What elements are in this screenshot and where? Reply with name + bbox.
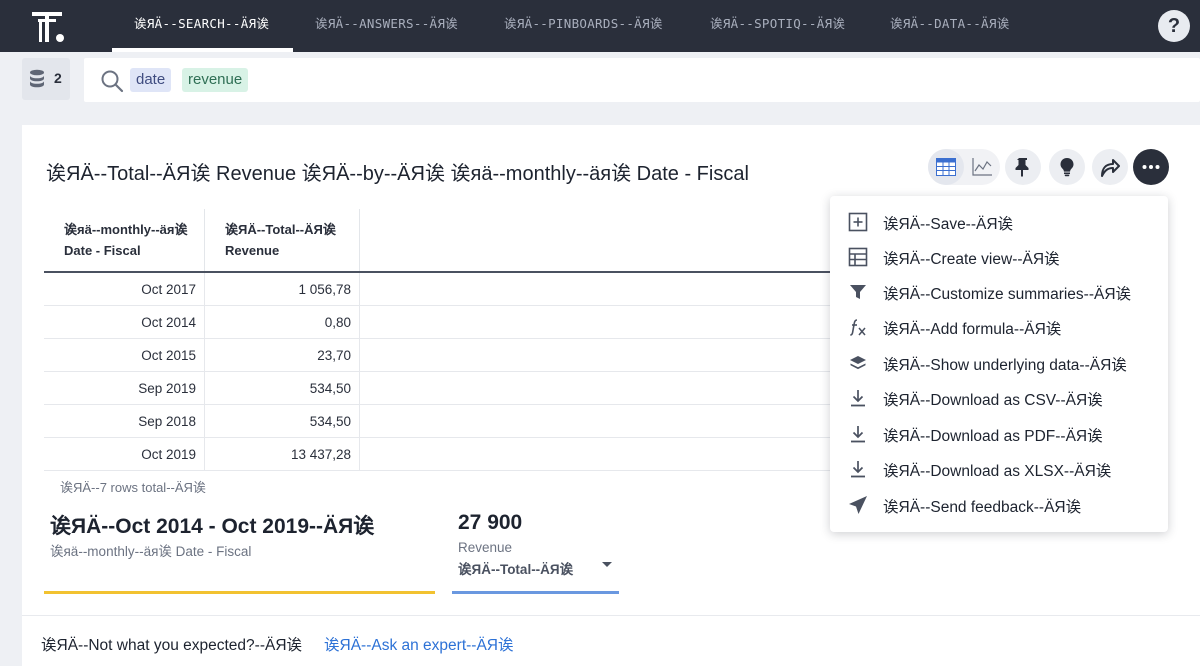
search-icon: [101, 70, 124, 93]
answer-title: 诶ЯÄ--Total--ÄЯ诶 Revenue 诶ЯÄ--by--ÄЯ诶 诶яä…: [46, 163, 749, 185]
menu-item-add-formula[interactable]: 诶ЯÄ--Add formula--ÄЯ诶: [830, 309, 1168, 344]
feedback-question: 诶ЯÄ--Not what you expected?--ÄЯ诶: [41, 637, 303, 654]
menu-item-send-feedback[interactable]: 诶ЯÄ--Send feedback--ÄЯ诶: [830, 487, 1168, 522]
table-row[interactable]: Oct 2019 13 437,28: [44, 438, 844, 471]
filter-icon: [850, 285, 866, 299]
menu-item-download-pdf[interactable]: 诶ЯÄ--Download as PDF--ÄЯ诶: [830, 416, 1168, 451]
cell-date: Sep 2019: [44, 372, 205, 405]
viz-type-toggle: [928, 149, 1000, 185]
download-icon: [851, 390, 865, 407]
cell-empty: [360, 306, 844, 339]
menu-item-show-underlying-data[interactable]: 诶ЯÄ--Show underlying data--ÄЯ诶: [830, 345, 1168, 380]
cell-empty: [360, 405, 844, 438]
tab-search[interactable]: 诶ЯÄ--SEARCH--ÄЯ诶: [134, 0, 269, 52]
search-bar[interactable]: date revenue: [84, 58, 1200, 102]
cell-empty: [360, 339, 844, 372]
layers-icon: [850, 356, 866, 370]
revenue-summary-label: Revenue: [458, 540, 513, 555]
menu-item-label: 诶ЯÄ--Customize summaries--ÄЯ诶: [883, 286, 1132, 303]
plus-square-icon: [848, 212, 868, 232]
menu-item-label: 诶ЯÄ--Send feedback--ÄЯ诶: [883, 499, 1082, 516]
search-token-date[interactable]: date: [130, 68, 172, 92]
formula-icon: [850, 319, 866, 336]
chart-view-button[interactable]: [964, 149, 1000, 185]
menu-item-create-view[interactable]: 诶ЯÄ--Create view--ÄЯ诶: [830, 239, 1168, 274]
cell-date: Oct 2014: [44, 306, 205, 339]
cell-revenue: 534,50: [205, 405, 360, 438]
cell-date: Oct 2017: [44, 273, 205, 306]
download-icon: [851, 461, 865, 478]
menu-item-label: 诶ЯÄ--Add formula--ÄЯ诶: [883, 321, 1062, 338]
search-token-revenue[interactable]: revenue: [182, 68, 249, 92]
menu-item-download-xlsx[interactable]: 诶ЯÄ--Download as XLSX--ÄЯ诶: [830, 451, 1168, 486]
share-button[interactable]: [1092, 149, 1128, 185]
footer-divider: [22, 615, 1200, 616]
tab-data[interactable]: 诶ЯÄ--DATA--ÄЯ诶: [890, 0, 1010, 52]
thoughtspot-logo-icon[interactable]: [30, 10, 66, 44]
table-row[interactable]: Oct 2015 23,70: [44, 339, 844, 372]
spotiq-button[interactable]: [1049, 149, 1085, 185]
menu-item-save[interactable]: 诶ЯÄ--Save--ÄЯ诶: [830, 204, 1168, 239]
date-summary-accent: [44, 591, 435, 594]
cell-date: Sep 2018: [44, 405, 205, 438]
cell-revenue: 0,80: [205, 306, 360, 339]
help-button[interactable]: ?: [1158, 10, 1190, 42]
menu-item-label: 诶ЯÄ--Create view--ÄЯ诶: [883, 251, 1060, 268]
send-icon: [849, 496, 867, 514]
revenue-summary-value: 27 900: [458, 511, 523, 534]
column-header-revenue[interactable]: 诶ЯÄ--Total--ÄЯ诶 Revenue: [205, 209, 360, 271]
lightbulb-icon: [1060, 158, 1074, 177]
more-options-menu: 诶ЯÄ--Save--ÄЯ诶 诶ЯÄ--Create view--ÄЯ诶 诶ЯÄ…: [830, 196, 1168, 532]
chevron-down-icon[interactable]: [602, 562, 612, 567]
cell-revenue: 13 437,28: [205, 438, 360, 471]
menu-item-label: 诶ЯÄ--Save--ÄЯ诶: [883, 216, 1014, 233]
menu-item-label: 诶ЯÄ--Download as XLSX--ÄЯ诶: [883, 463, 1112, 480]
menu-item-label: 诶ЯÄ--Download as PDF--ÄЯ诶: [883, 428, 1103, 445]
data-sources-button[interactable]: 2: [22, 58, 70, 100]
menu-item-download-csv[interactable]: 诶ЯÄ--Download as CSV--ÄЯ诶: [830, 380, 1168, 415]
cell-revenue: 1 056,78: [205, 273, 360, 306]
pin-icon: [1015, 158, 1029, 177]
table-view-button[interactable]: [928, 149, 964, 185]
pin-button[interactable]: [1005, 149, 1041, 185]
date-range-summary: 诶ЯÄ--Oct 2014 - Oct 2019--ÄЯ诶: [50, 515, 375, 538]
cell-revenue: 23,70: [205, 339, 360, 372]
rows-total-label: 诶ЯÄ--7 rows total--ÄЯ诶: [60, 480, 206, 495]
menu-item-customize-summaries[interactable]: 诶ЯÄ--Customize summaries--ÄЯ诶: [830, 274, 1168, 309]
cell-date: Oct 2015: [44, 339, 205, 372]
aggregation-dropdown[interactable]: 诶ЯÄ--Total--ÄЯ诶: [458, 558, 573, 578]
table-row[interactable]: Oct 2017 1 056,78: [44, 273, 844, 306]
cell-empty: [360, 372, 844, 405]
source-count: 2: [54, 70, 62, 86]
cell-date: Oct 2019: [44, 438, 205, 471]
tab-spotiq[interactable]: 诶ЯÄ--SPOTIQ--ÄЯ诶: [710, 0, 845, 52]
menu-item-label: 诶ЯÄ--Show underlying data--ÄЯ诶: [883, 357, 1127, 374]
column-header-date[interactable]: 诶яä--monthly--äя诶 Date - Fiscal: [44, 209, 205, 271]
table-icon: [936, 158, 956, 176]
table-grid-icon: [848, 247, 868, 267]
revenue-summary-accent: [452, 591, 619, 594]
table-row[interactable]: Oct 2014 0,80: [44, 306, 844, 339]
more-options-button[interactable]: [1133, 149, 1169, 185]
share-icon: [1101, 159, 1120, 177]
ask-expert-link[interactable]: 诶ЯÄ--Ask an expert--ÄЯ诶: [324, 633, 513, 655]
date-range-label: 诶яä--monthly--äя诶 Date - Fiscal: [50, 544, 252, 559]
database-icon: [30, 69, 44, 88]
table-row[interactable]: Sep 2018 534,50: [44, 405, 844, 438]
line-chart-icon: [972, 158, 992, 176]
cell-empty: [360, 273, 844, 306]
cell-revenue: 534,50: [205, 372, 360, 405]
more-icon: [1142, 165, 1160, 169]
menu-item-label: 诶ЯÄ--Download as CSV--ÄЯ诶: [883, 392, 1103, 409]
tab-answers[interactable]: 诶ЯÄ--ANSWERS--ÄЯ诶: [315, 0, 458, 52]
top-nav: 诶ЯÄ--SEARCH--ÄЯ诶 诶ЯÄ--ANSWERS--ÄЯ诶 诶ЯÄ--…: [0, 0, 1200, 52]
download-icon: [851, 426, 865, 443]
tab-pinboards[interactable]: 诶ЯÄ--PINBOARDS--ÄЯ诶: [504, 0, 663, 52]
active-tab-indicator: [112, 48, 293, 52]
cell-empty: [360, 438, 844, 471]
table-row[interactable]: Sep 2019 534,50: [44, 372, 844, 405]
